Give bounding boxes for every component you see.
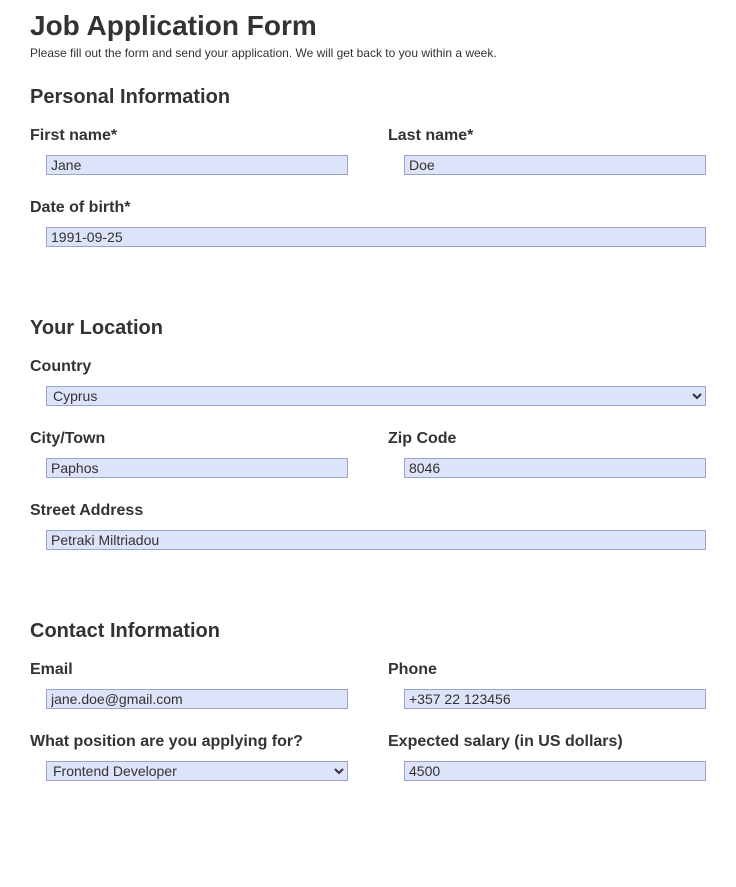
city-input[interactable] xyxy=(46,458,348,478)
page-title: Job Application Form xyxy=(30,10,706,42)
last-name-input[interactable] xyxy=(404,155,706,175)
dob-input[interactable] xyxy=(46,227,706,247)
page-subtitle: Please fill out the form and send your a… xyxy=(30,46,706,60)
city-label: City/Town xyxy=(30,430,348,448)
dob-label: Date of birth* xyxy=(30,199,706,217)
country-select[interactable]: Cyprus xyxy=(46,386,706,406)
salary-input[interactable] xyxy=(404,761,706,781)
country-label: Country xyxy=(30,358,706,376)
zip-input[interactable] xyxy=(404,458,706,478)
section-heading-location: Your Location xyxy=(30,317,706,340)
position-label: What position are you applying for? xyxy=(30,733,348,751)
salary-label: Expected salary (in US dollars) xyxy=(388,733,706,751)
position-select[interactable]: Frontend Developer xyxy=(46,761,348,781)
zip-label: Zip Code xyxy=(388,430,706,448)
street-label: Street Address xyxy=(30,502,706,520)
section-heading-contact: Contact Information xyxy=(30,620,706,643)
last-name-label: Last name* xyxy=(388,127,706,145)
street-input[interactable] xyxy=(46,530,706,550)
phone-label: Phone xyxy=(388,661,706,679)
email-label: Email xyxy=(30,661,348,679)
first-name-input[interactable] xyxy=(46,155,348,175)
section-heading-personal: Personal Information xyxy=(30,86,706,109)
email-input[interactable] xyxy=(46,689,348,709)
phone-input[interactable] xyxy=(404,689,706,709)
first-name-label: First name* xyxy=(30,127,348,145)
